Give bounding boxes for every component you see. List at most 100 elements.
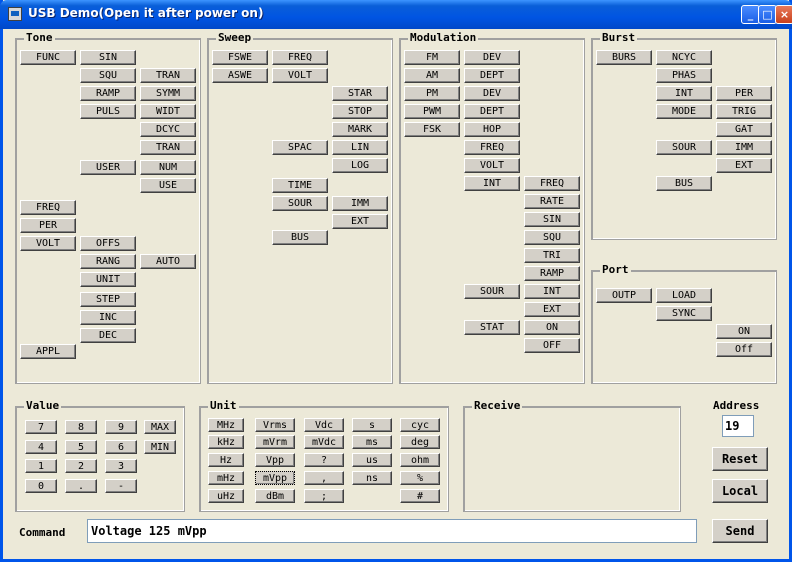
unit-mvpp-button[interactable]: mVpp xyxy=(255,471,295,485)
sweep-mark-button[interactable]: MARK xyxy=(332,122,388,137)
unit-vpp-button[interactable]: Vpp xyxy=(255,453,295,467)
burst-imm-button[interactable]: IMM xyxy=(716,140,772,155)
tone-auto-button[interactable]: AUTO xyxy=(140,254,196,269)
sweep-aswe-button[interactable]: ASWE xyxy=(212,68,268,83)
sweep-freq-button[interactable]: FREQ xyxy=(272,50,328,65)
tone-tran-button[interactable]: TRAN xyxy=(140,68,196,83)
unit-mhz-button[interactable]: MHz xyxy=(208,418,244,432)
burst-mode-button[interactable]: MODE xyxy=(656,104,712,119)
sweep-fswe-button[interactable]: FSWE xyxy=(212,50,268,65)
key-3-button[interactable]: 3 xyxy=(105,459,137,473)
key-5-button[interactable]: 5 xyxy=(65,440,97,454)
key-2-button[interactable]: 2 xyxy=(65,459,97,473)
command-input[interactable]: Voltage 125 mVpp xyxy=(87,519,697,543)
key-0-button[interactable]: 0 xyxy=(25,479,57,493)
tone-rang-button[interactable]: RANG xyxy=(80,254,136,269)
key-7-button[interactable]: 7 xyxy=(25,420,57,434)
mod-off-button[interactable]: OFF xyxy=(524,338,580,353)
mod-sour-button[interactable]: SOUR xyxy=(464,284,520,299)
reset-button[interactable]: Reset xyxy=(712,447,768,471)
unit-khz-button[interactable]: kHz xyxy=(208,435,244,449)
burst-burs-button[interactable]: BURS xyxy=(596,50,652,65)
key-8-button[interactable]: 8 xyxy=(65,420,97,434)
mod-dept2-button[interactable]: DEPT xyxy=(464,104,520,119)
port-load-button[interactable]: LOAD xyxy=(656,288,712,303)
unit-mhz-lower-button[interactable]: mHz xyxy=(208,471,244,485)
mod-on-button[interactable]: ON xyxy=(524,320,580,335)
mod-hop-button[interactable]: HOP xyxy=(464,122,520,137)
unit-cyc-button[interactable]: cyc xyxy=(400,418,440,432)
unit-semicolon-button[interactable]: ; xyxy=(304,489,344,503)
tone-appl-button[interactable]: APPL xyxy=(20,344,76,359)
mod-am-button[interactable]: AM xyxy=(404,68,460,83)
burst-gat-button[interactable]: GAT xyxy=(716,122,772,137)
mod-rate-button[interactable]: RATE xyxy=(524,194,580,209)
send-button[interactable]: Send xyxy=(712,519,768,543)
mod-dev2-button[interactable]: DEV xyxy=(464,86,520,101)
sweep-stop-button[interactable]: STOP xyxy=(332,104,388,119)
mod-volt-button[interactable]: VOLT xyxy=(464,158,520,173)
sweep-volt-button[interactable]: VOLT xyxy=(272,68,328,83)
unit-comma-button[interactable]: , xyxy=(304,471,344,485)
mod-dept-button[interactable]: DEPT xyxy=(464,68,520,83)
title-bar[interactable]: USB Demo(Open it after power on) _ □ × xyxy=(0,0,792,29)
sweep-lin-button[interactable]: LIN xyxy=(332,140,388,155)
key-1-button[interactable]: 1 xyxy=(25,459,57,473)
tone-freq-button[interactable]: FREQ xyxy=(20,200,76,215)
unit-mvrm-button[interactable]: mVrm xyxy=(255,435,295,449)
mod-fsk-button[interactable]: FSK xyxy=(404,122,460,137)
unit-uhz-button[interactable]: uHz xyxy=(208,489,244,503)
unit-us-button[interactable]: us xyxy=(352,453,392,467)
tone-squ-button[interactable]: SQU xyxy=(80,68,136,83)
sweep-log-button[interactable]: LOG xyxy=(332,158,388,173)
tone-tran2-button[interactable]: TRAN xyxy=(140,140,196,155)
local-button[interactable]: Local xyxy=(712,479,768,503)
burst-sour-button[interactable]: SOUR xyxy=(656,140,712,155)
tone-user-button[interactable]: USER xyxy=(80,160,136,175)
close-button[interactable]: × xyxy=(775,5,792,24)
burst-phas-button[interactable]: PHAS xyxy=(656,68,712,83)
mod-dev-button[interactable]: DEV xyxy=(464,50,520,65)
port-off-button[interactable]: Off xyxy=(716,342,772,357)
port-sync-button[interactable]: SYNC xyxy=(656,306,712,321)
sweep-ext-button[interactable]: EXT xyxy=(332,214,388,229)
mod-ext-button[interactable]: EXT xyxy=(524,302,580,317)
unit-mvdc-button[interactable]: mVdc xyxy=(304,435,344,449)
tone-offs-button[interactable]: OFFS xyxy=(80,236,136,251)
unit-ohm-button[interactable]: ohm xyxy=(400,453,440,467)
mod-squ-button[interactable]: SQU xyxy=(524,230,580,245)
sweep-imm-button[interactable]: IMM xyxy=(332,196,388,211)
burst-trig-button[interactable]: TRIG xyxy=(716,104,772,119)
key-6-button[interactable]: 6 xyxy=(105,440,137,454)
unit-ns-button[interactable]: ns xyxy=(352,471,392,485)
unit-s-button[interactable]: s xyxy=(352,418,392,432)
tone-func-button[interactable]: FUNC xyxy=(20,50,76,65)
port-outp-button[interactable]: OUTP xyxy=(596,288,652,303)
sweep-sour-button[interactable]: SOUR xyxy=(272,196,328,211)
tone-use-button[interactable]: USE xyxy=(140,178,196,193)
tone-sin-button[interactable]: SIN xyxy=(80,50,136,65)
tone-widt-button[interactable]: WIDT xyxy=(140,104,196,119)
burst-ext-button[interactable]: EXT xyxy=(716,158,772,173)
unit-vrms-button[interactable]: Vrms xyxy=(255,418,295,432)
tone-inc-button[interactable]: INC xyxy=(80,310,136,325)
mod-tri-button[interactable]: TRI xyxy=(524,248,580,263)
mod-fm-button[interactable]: FM xyxy=(404,50,460,65)
sweep-bus-button[interactable]: BUS xyxy=(272,230,328,245)
unit-vdc-button[interactable]: Vdc xyxy=(304,418,344,432)
sweep-star-button[interactable]: STAR xyxy=(332,86,388,101)
key-9-button[interactable]: 9 xyxy=(105,420,137,434)
tone-ramp-button[interactable]: RAMP xyxy=(80,86,136,101)
unit-percent-button[interactable]: % xyxy=(400,471,440,485)
unit-dbm-button[interactable]: dBm xyxy=(255,489,295,503)
tone-dcyc-button[interactable]: DCYC xyxy=(140,122,196,137)
mod-int-button[interactable]: INT xyxy=(464,176,520,191)
sweep-spac-button[interactable]: SPAC xyxy=(272,140,328,155)
unit-hash-button[interactable]: # xyxy=(400,489,440,503)
mod-freq2-button[interactable]: FREQ xyxy=(524,176,580,191)
tone-dec-button[interactable]: DEC xyxy=(80,328,136,343)
min-button[interactable]: MIN xyxy=(144,440,176,454)
mod-pwm-button[interactable]: PWM xyxy=(404,104,460,119)
tone-puls-button[interactable]: PULS xyxy=(80,104,136,119)
mod-freq-button[interactable]: FREQ xyxy=(464,140,520,155)
